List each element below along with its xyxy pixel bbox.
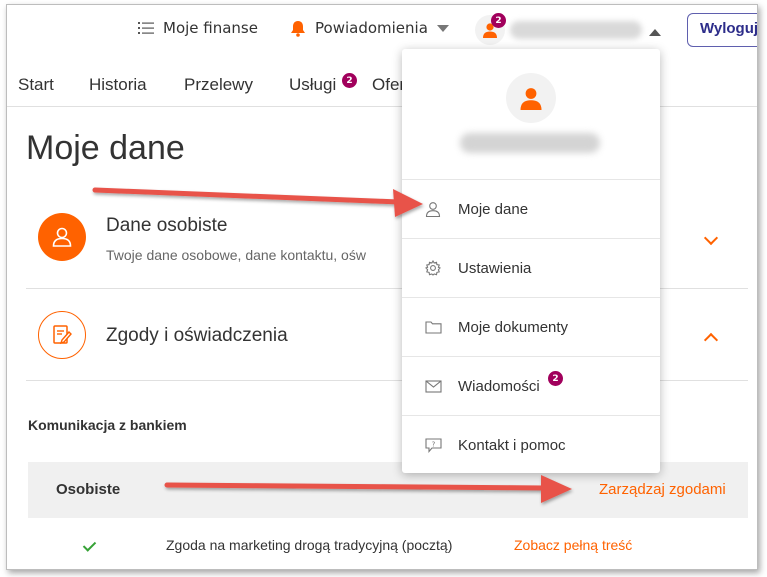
menu-item-label: Ustawienia (458, 259, 532, 277)
nav-item-oferty[interactable]: Ofer (372, 75, 405, 95)
page-title: Moje dane (26, 129, 185, 167)
chevron-down-icon[interactable] (703, 230, 719, 246)
gear-icon (424, 259, 442, 277)
logout-button[interactable]: Wyloguj (687, 13, 757, 47)
menu-item-label: Kontakt i pomoc (458, 436, 566, 454)
my-finance-label: Moje finanse (163, 19, 258, 37)
document-sign-icon (38, 311, 86, 359)
list-icon (137, 19, 155, 37)
user-name-blurred (460, 133, 600, 153)
notifications-menu[interactable]: Powiadomienia (289, 19, 449, 37)
user-icon (424, 200, 442, 218)
communication-heading: Komunikacja z bankiem (28, 417, 187, 433)
menu-item-messages[interactable]: Wiadomości 2 (402, 356, 660, 415)
see-full-text-link[interactable]: Zobacz pełną treść (514, 537, 632, 553)
section-title: Dane osobiste (106, 215, 228, 236)
manage-consents-link[interactable]: Zarządzaj zgodami (599, 481, 726, 498)
notifications-label: Powiadomienia (315, 19, 428, 37)
svg-text:?: ? (431, 440, 435, 448)
check-icon (82, 538, 97, 552)
section-title: Zgody i oświadczenia (106, 325, 288, 346)
screenshot-frame: Moje finanse Powiadomienia 2 Wyloguj Sta… (6, 4, 758, 570)
person-circle-icon (38, 213, 86, 261)
nav-item-uslugi[interactable]: Usługi (289, 75, 336, 95)
menu-item-label: Wiadomości (458, 377, 540, 395)
menu-item-documents[interactable]: Moje dokumenty (402, 297, 660, 356)
menu-item-my-data[interactable]: Moje dane (402, 179, 660, 238)
nav-item-start[interactable]: Start (18, 75, 54, 95)
consent-group-label: Osobiste (56, 481, 121, 498)
menu-item-label: Moje dokumenty (458, 318, 569, 336)
consent-row: Zgoda na marketing drogą tradycyjną (poc… (28, 533, 748, 559)
nav-item-uslugi-label: Usługi (289, 75, 337, 94)
menu-item-label: Moje dane (458, 200, 529, 218)
user-name-blurred (510, 21, 642, 39)
section-subtitle: Twoje dane osobowe, dane kontaktu, ośw (106, 247, 366, 263)
chevron-up-icon[interactable] (703, 332, 719, 348)
menu-item-settings[interactable]: Ustawienia (402, 238, 660, 297)
chevron-down-icon (436, 24, 449, 32)
user-menu-button[interactable]: 2 (475, 13, 506, 45)
bell-icon (289, 19, 307, 37)
nav-item-historia[interactable]: Historia (89, 75, 147, 95)
menu-item-contact-help[interactable]: ? Kontakt i pomoc (402, 415, 660, 474)
messages-badge: 2 (548, 371, 563, 386)
user-icon (520, 88, 542, 110)
avatar (506, 73, 556, 123)
chat-help-icon: ? (424, 436, 442, 454)
user-badge: 2 (491, 13, 506, 28)
chevron-up-icon[interactable] (649, 29, 661, 36)
my-finance-link[interactable]: Moje finanse (137, 19, 258, 37)
consent-text: Zgoda na marketing drogą tradycyjną (poc… (166, 537, 453, 553)
uslugi-badge: 2 (342, 73, 357, 88)
nav-item-przelewy[interactable]: Przelewy (184, 75, 253, 95)
user-dropdown-menu: Moje dane Ustawienia Moje dokumenty Wiad… (402, 49, 660, 473)
folder-icon (424, 318, 442, 336)
envelope-icon (424, 377, 442, 395)
